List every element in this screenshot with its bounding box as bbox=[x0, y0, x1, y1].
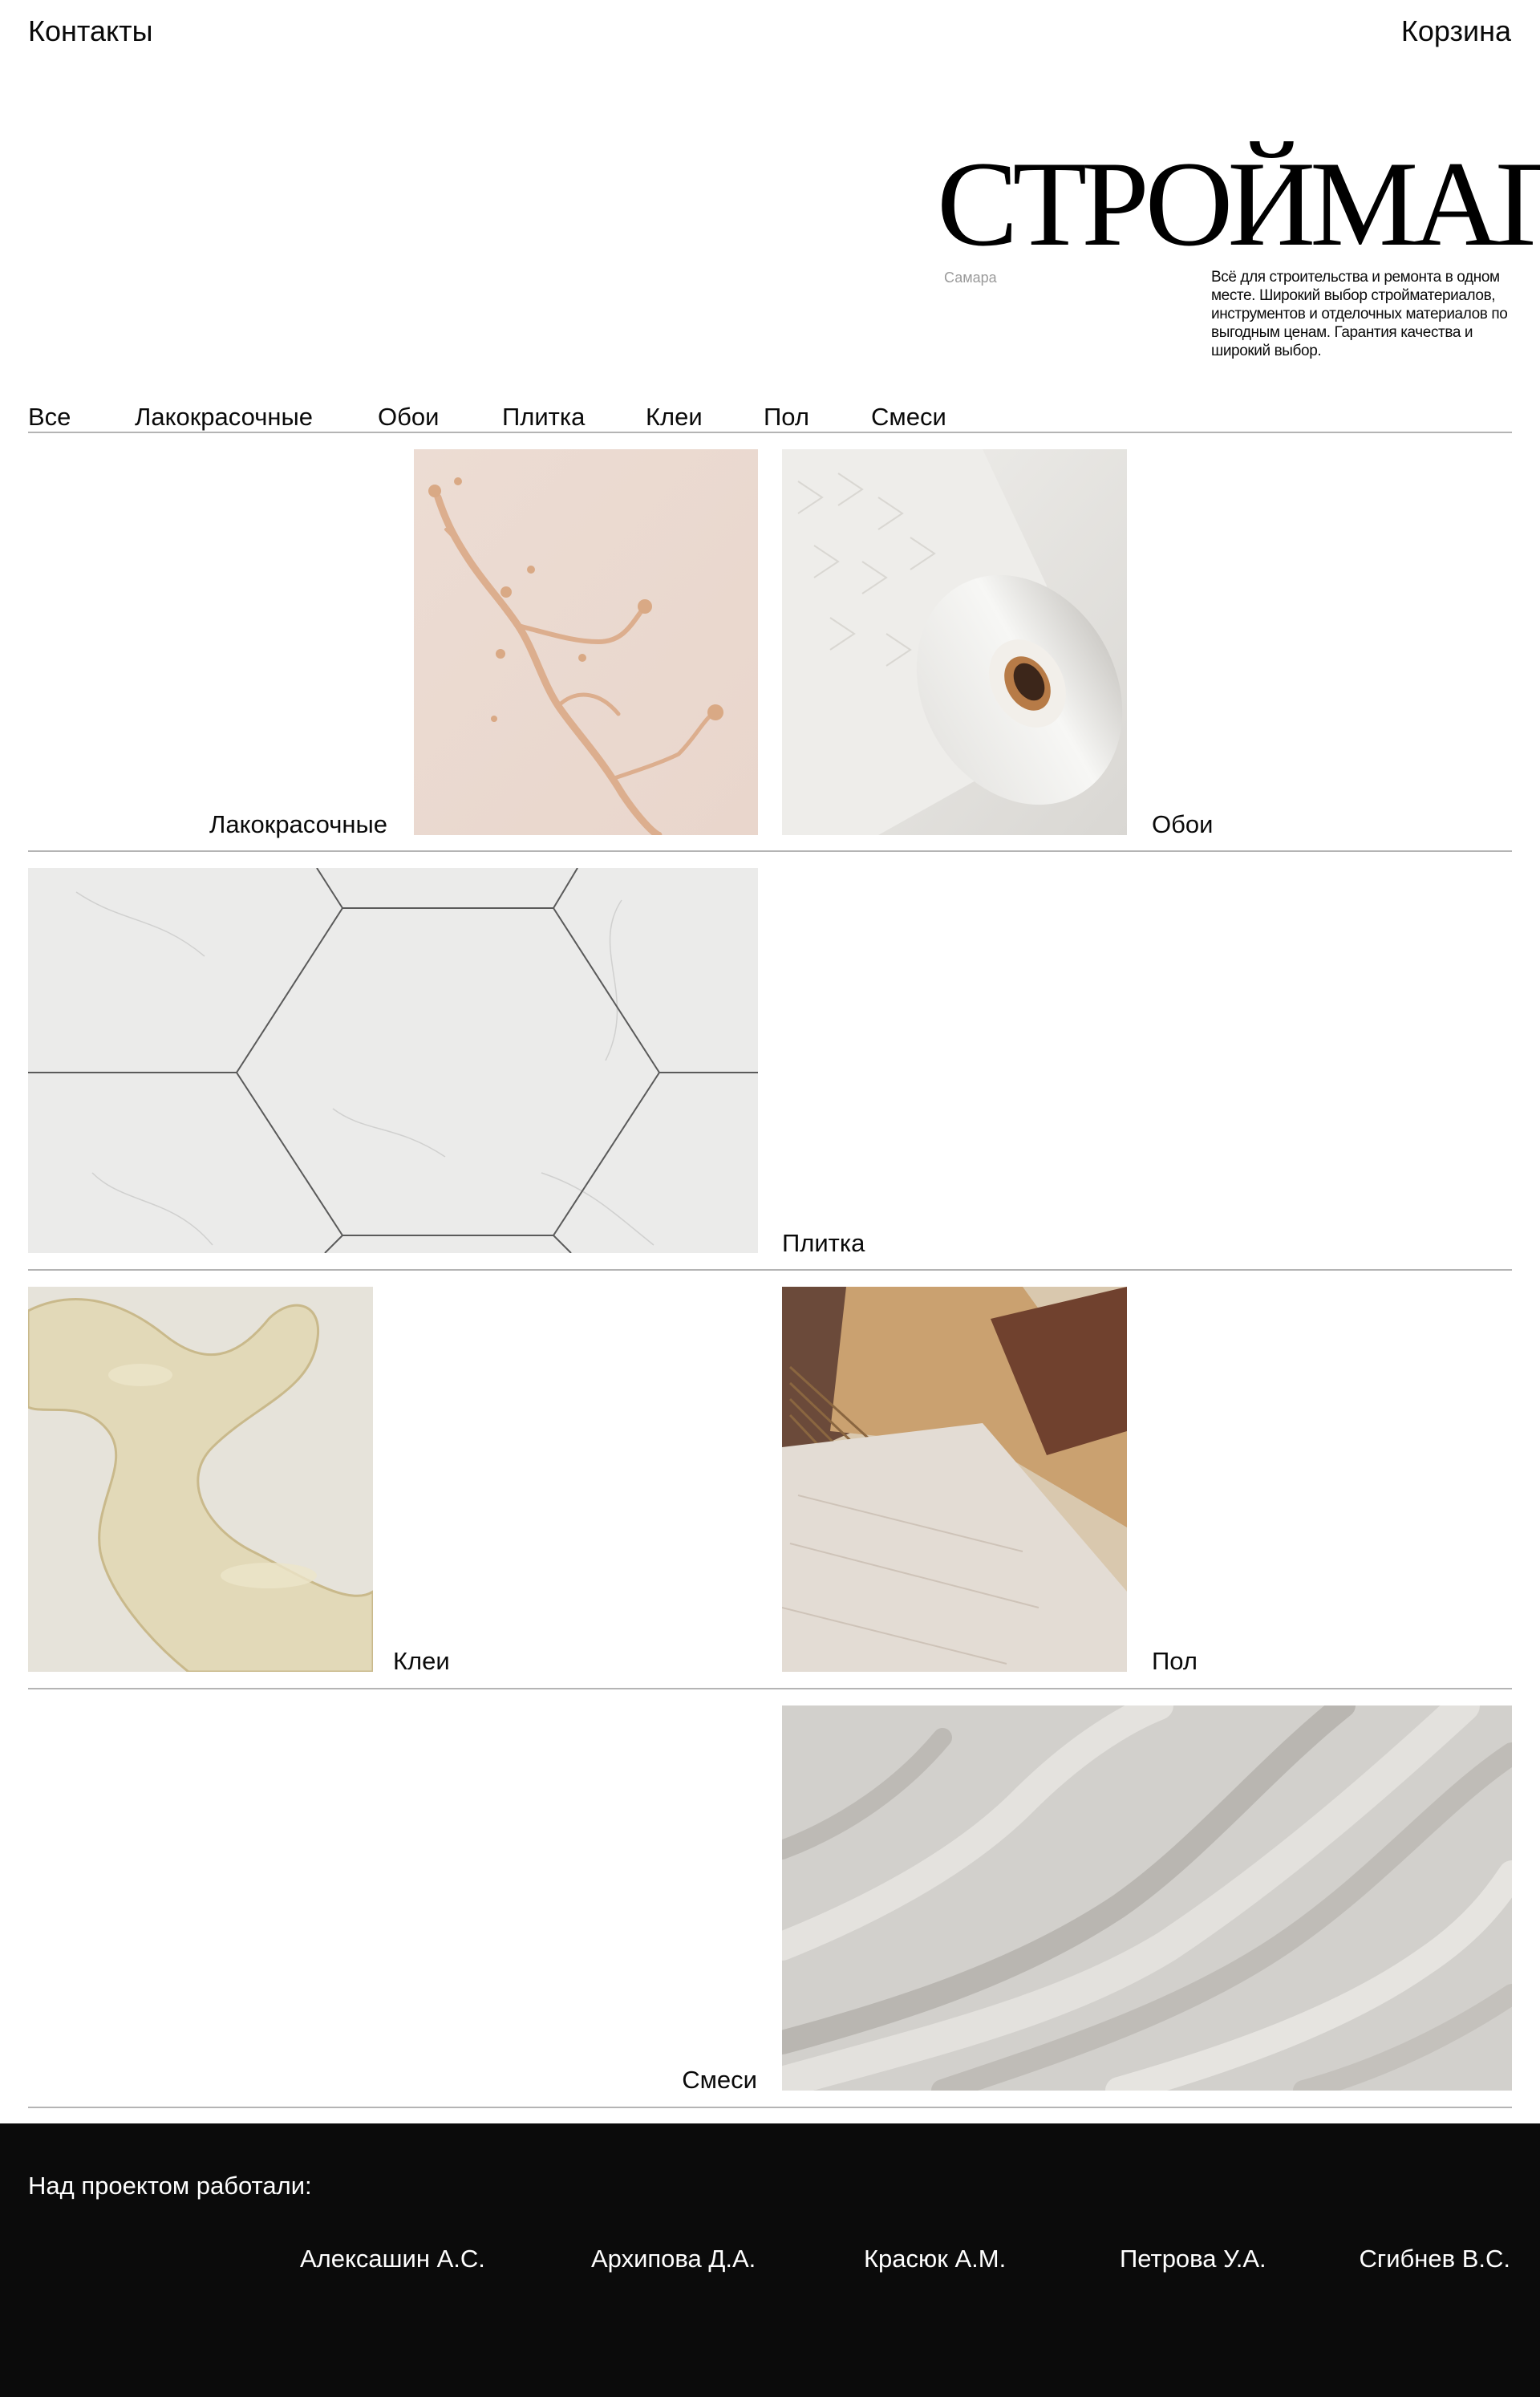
contacts-link[interactable]: Контакты bbox=[28, 14, 153, 48]
author-name: Алексашин А.С. bbox=[300, 2245, 485, 2273]
brand-logo: СТРОЙМАГ. bbox=[937, 136, 1540, 271]
row-divider-1 bbox=[28, 850, 1512, 852]
filter-wallpaper[interactable]: Обои bbox=[378, 403, 439, 432]
footer-title: Над проектом работали: bbox=[28, 2172, 312, 2200]
paint-splash-image[interactable] bbox=[414, 449, 758, 835]
author-name: Архипова Д.А. bbox=[591, 2245, 756, 2273]
floor-samples-image[interactable] bbox=[782, 1287, 1127, 1672]
hexagon-tile-image[interactable] bbox=[28, 868, 758, 1253]
filter-all[interactable]: Все bbox=[28, 403, 71, 432]
filter-glue[interactable]: Клеи bbox=[646, 403, 703, 432]
category-label-mixes[interactable]: Смеси bbox=[682, 2066, 757, 2095]
category-label-paints[interactable]: Лакокрасочные bbox=[209, 810, 387, 839]
author-name: Петрова У.А. bbox=[1120, 2245, 1266, 2273]
row-divider-4 bbox=[28, 2107, 1512, 2108]
author-name: Красюк А.М. bbox=[864, 2245, 1007, 2273]
filter-mixes[interactable]: Смеси bbox=[871, 403, 946, 432]
filter-paints[interactable]: Лакокрасочные bbox=[135, 403, 313, 432]
category-label-glue[interactable]: Клеи bbox=[393, 1647, 450, 1676]
author-name: Сгибнев В.С. bbox=[1359, 2245, 1511, 2273]
filter-tiles[interactable]: Плитка bbox=[502, 403, 585, 432]
plaster-texture-image[interactable] bbox=[782, 1705, 1512, 2091]
glue-texture-image[interactable] bbox=[28, 1287, 373, 1672]
wallpaper-roll-image[interactable] bbox=[782, 449, 1127, 835]
category-label-wallpaper[interactable]: Обои bbox=[1152, 810, 1213, 839]
row-divider-2 bbox=[28, 1269, 1512, 1271]
filter-floor[interactable]: Пол bbox=[764, 403, 809, 432]
row-divider-3 bbox=[28, 1688, 1512, 1689]
category-label-floor[interactable]: Пол bbox=[1152, 1647, 1198, 1676]
footer bbox=[0, 2123, 1540, 2397]
category-label-tiles[interactable]: Плитка bbox=[782, 1229, 865, 1258]
filter-divider bbox=[28, 432, 1512, 433]
cart-link[interactable]: Корзина bbox=[1401, 14, 1511, 48]
city-label: Самара bbox=[944, 270, 997, 286]
brand-tagline: Всё для строительства и ремонта в одном … bbox=[1211, 269, 1508, 359]
